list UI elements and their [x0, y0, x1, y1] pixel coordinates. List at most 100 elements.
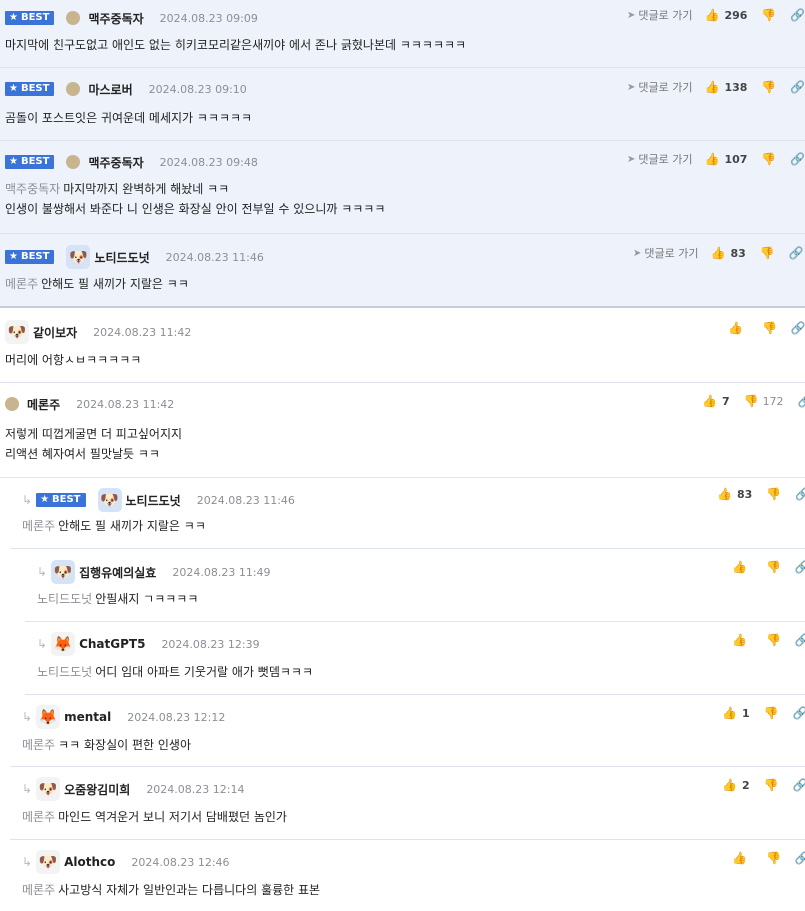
comment-actions: 👍 2 👎 🔗 — [722, 778, 805, 792]
star-icon: ★ — [9, 251, 18, 262]
dislike-button[interactable]: 👎 — [766, 851, 781, 865]
like-button[interactable]: 👍 83 — [717, 487, 752, 501]
like-button[interactable]: 👍 296 — [705, 8, 748, 22]
mention[interactable]: 메론주 — [22, 883, 55, 897]
dislike-button[interactable]: 👎 — [764, 778, 779, 792]
comment-actions: ➤ 댓글로 가기 👍 138 👎 🔗 — [627, 79, 805, 95]
comment-date: 2024.08.23 11:46 — [165, 250, 264, 264]
best-badge: ★ BEST — [5, 250, 55, 264]
like-button[interactable]: 👍 83 — [711, 246, 746, 260]
avatar: 🐶 — [66, 245, 91, 269]
like-button[interactable]: 👍 138 — [705, 80, 748, 94]
dislike-button[interactable]: 👎 — [760, 246, 775, 260]
avatar: 🦊 — [36, 705, 61, 729]
dislike-button[interactable]: 👎 — [766, 633, 781, 647]
like-button[interactable]: 👍 7 — [702, 394, 730, 408]
goto-comment-link[interactable]: ➤ 댓글로 가기 — [627, 79, 693, 95]
nickname[interactable]: 같이보자 — [33, 324, 77, 341]
link-icon[interactable]: 🔗 — [795, 633, 805, 647]
link-icon[interactable]: 🔗 — [793, 706, 805, 720]
comment-actions: 👍 1 👎 🔗 — [722, 706, 805, 720]
nickname[interactable]: 맥주중독자 — [88, 10, 143, 27]
comment-date: 2024.08.23 12:14 — [146, 782, 245, 796]
thumbs-down-icon: 👎 — [765, 851, 781, 865]
best-badge: ★ BEST — [5, 155, 55, 169]
comment-header: 메론주 2024.08.23 11:42 — [5, 395, 174, 413]
link-icon[interactable]: 🔗 — [793, 778, 805, 792]
reply-arrow-icon: ↳ — [37, 637, 48, 651]
reply-arrow-icon: ↳ — [22, 710, 33, 724]
like-button[interactable]: 👍 — [732, 851, 752, 865]
link-icon[interactable]: 🔗 — [789, 246, 804, 260]
nickname[interactable]: 맥주중독자 — [88, 154, 143, 171]
comment-item: ★ BEST 맥주중독자 2024.08.23 09:09 ➤ 댓글로 가기 👍 29… — [0, 0, 805, 68]
link-icon[interactable]: 🔗 — [798, 394, 805, 408]
thumbs-up-icon: 👍 — [704, 152, 720, 166]
mention[interactable]: 노티드도넛 — [37, 592, 92, 606]
comment-date: 2024.08.23 11:42 — [76, 397, 175, 411]
nickname[interactable]: 오줌왕김미희 — [64, 781, 130, 798]
reply-arrow-icon: ↳ — [22, 855, 33, 869]
comment-body: 메론주 안해도 필 새끼가 지랄은 ㅋㅋ — [22, 519, 206, 533]
avatar: 🐶 — [97, 488, 122, 512]
nickname[interactable]: 메론주 — [27, 396, 60, 413]
nickname[interactable]: mental — [64, 710, 111, 724]
link-icon[interactable]: 🔗 — [791, 321, 805, 335]
link-icon[interactable]: 🔗 — [795, 851, 805, 865]
comment-body: 메론주 안해도 필 새끼가 지랄은 ㅋㅋ — [5, 277, 189, 291]
like-button[interactable]: 👍 — [728, 321, 748, 335]
dislike-button[interactable]: 👎 — [762, 321, 777, 335]
reply-arrow-icon: ↳ — [22, 493, 33, 507]
nickname[interactable]: 집행유예의실효 — [79, 564, 156, 581]
comment-date: 2024.08.23 12:12 — [127, 710, 226, 724]
like-button[interactable]: 👍 — [732, 560, 752, 574]
mention[interactable]: 메론주 — [22, 519, 55, 533]
comment-item: ★ BEST 마스로버 2024.08.23 09:10 ➤ 댓글로 가기 👍 138… — [0, 68, 805, 141]
comment-body: 노티드도넛 안필새지 ㄱㅋㅋㅋㅋ — [37, 592, 199, 606]
avatar: 🐶 — [5, 320, 29, 344]
dislike-button[interactable]: 👎 — [766, 560, 781, 574]
nickname[interactable]: 노티드도넛 — [94, 249, 149, 266]
mention[interactable]: 맥주중독자 — [5, 182, 60, 196]
dislike-button[interactable]: 👎 — [766, 487, 781, 501]
dislike-button[interactable]: 👎 — [761, 80, 776, 94]
comment-body: 메론주 마인드 역겨운거 보니 저기서 담배폈던 놈인가 — [22, 810, 287, 824]
mention[interactable]: 메론주 — [22, 738, 55, 752]
dislike-button[interactable]: 👎 — [764, 706, 779, 720]
link-icon[interactable]: 🔗 — [795, 487, 805, 501]
thumbs-down-icon: 👎 — [761, 321, 777, 335]
mention[interactable]: 메론주 — [5, 277, 38, 291]
dislike-button[interactable]: 👎 172 — [744, 394, 784, 408]
comment-header: ↳ 🐶 Alothco 2024.08.23 12:46 — [22, 849, 230, 875]
goto-comment-link[interactable]: ➤ 댓글로 가기 — [627, 7, 693, 23]
mention[interactable]: 노티드도넛 — [37, 665, 92, 679]
nickname[interactable]: 마스로버 — [88, 81, 132, 98]
mention[interactable]: 메론주 — [22, 810, 55, 824]
link-icon[interactable]: 🔗 — [790, 8, 805, 22]
comment-body: 메론주 ㅋㅋ 화장실이 편한 인생아 — [22, 738, 192, 752]
navigate-arrow-icon: ➤ — [633, 247, 642, 259]
link-icon[interactable]: 🔗 — [790, 80, 805, 94]
comment-item: ★ BEST 맥주중독자 2024.08.23 09:48 ➤ 댓글로 가기 👍 10… — [0, 141, 805, 234]
avatar: 🐶 — [51, 560, 76, 584]
avatar: 🐶 — [36, 850, 61, 874]
goto-comment-link[interactable]: ➤ 댓글로 가기 — [627, 151, 693, 167]
like-button[interactable]: 👍 107 — [705, 152, 748, 166]
dislike-button[interactable]: 👎 — [761, 8, 776, 22]
nickname[interactable]: ChatGPT5 — [79, 637, 145, 651]
like-button[interactable]: 👍 1 — [722, 706, 750, 720]
avatar — [5, 397, 19, 411]
comment-item: 메론주 2024.08.23 11:42 👍7 👎172 🔗 저렇게 띠껍게굴면… — [0, 383, 805, 478]
dislike-button[interactable]: 👎 — [761, 152, 776, 166]
reply-item: ↳ 🐶 오줌왕김미희 2024.08.23 12:14 👍 2 👎 🔗 메론주 마인… — [10, 767, 805, 840]
like-button[interactable]: 👍 2 — [722, 778, 750, 792]
comment-actions: 👍7 👎172 🔗 — [702, 394, 805, 408]
best-badge: ★ BEST — [5, 11, 55, 25]
goto-comment-link[interactable]: ➤ 댓글로 가기 — [633, 245, 699, 261]
nickname[interactable]: Alothco — [64, 855, 115, 869]
like-button[interactable]: 👍 — [732, 633, 752, 647]
link-icon[interactable]: 🔗 — [795, 560, 805, 574]
thumbs-up-icon: 👍 — [728, 321, 743, 335]
nickname[interactable]: 노티드도넛 — [126, 492, 181, 509]
link-icon[interactable]: 🔗 — [790, 152, 805, 166]
